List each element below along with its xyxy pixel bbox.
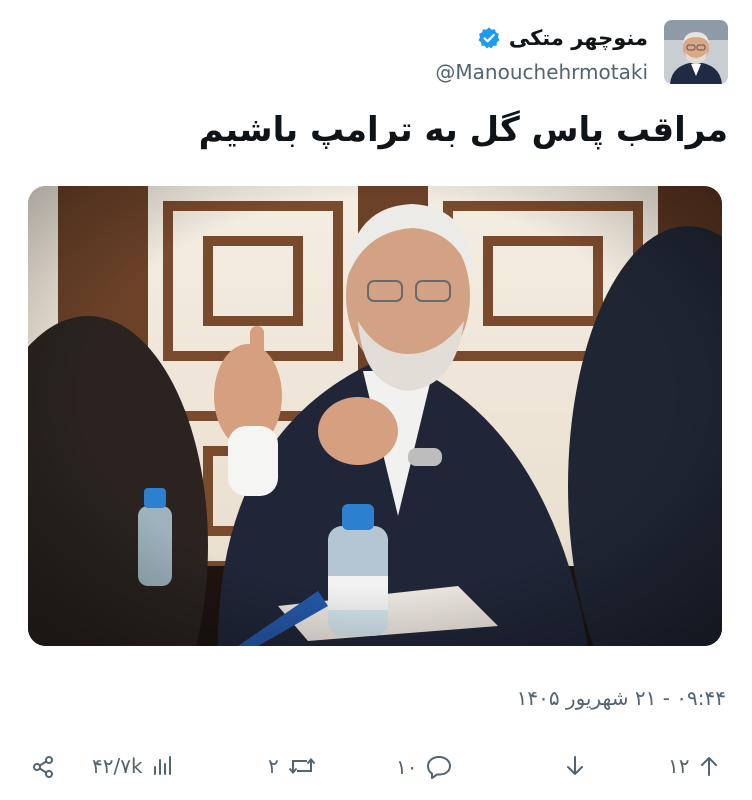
tweet-action-bar: ۴۲/۷k ۲ ۱۰ ۱۲ [0, 748, 752, 788]
reply-count: ۱۰ [396, 755, 418, 779]
views-count: ۴۲/۷k [92, 754, 143, 778]
retweet-count: ۲ [268, 754, 279, 778]
views-button[interactable]: ۴۲/۷k [92, 754, 175, 778]
downvote-button[interactable] [563, 754, 587, 778]
photo-illustration [28, 186, 722, 646]
tweet-media-photo[interactable] [28, 186, 722, 646]
share-icon [30, 754, 56, 780]
avatar-photo [664, 20, 728, 84]
retweet-icon [287, 754, 317, 778]
tweet-timestamp[interactable]: ۰۹:۴۴ - ۲۱ شهریور ۱۴۰۵ [496, 686, 726, 710]
author-avatar[interactable] [664, 20, 728, 84]
arrow-down-icon [563, 754, 587, 778]
author-handle[interactable]: @Manouchehrmotaki [435, 60, 648, 84]
retweet-button[interactable]: ۲ [268, 754, 317, 778]
tweet-text: مراقب پاس گل به ترامپ باشیم [198, 110, 728, 150]
author-name-row[interactable]: منوچهر متکی [477, 26, 648, 50]
upvote-button[interactable]: ۱۲ [668, 754, 721, 778]
author-display-name[interactable]: منوچهر متکی [509, 26, 648, 50]
share-button[interactable] [30, 754, 56, 780]
reply-button[interactable]: ۱۰ [396, 754, 453, 780]
reply-bubble-icon [425, 754, 453, 780]
upvote-count: ۱۲ [668, 754, 690, 778]
tweet-header: منوچهر متکی @Manouchehrmotaki [28, 14, 728, 86]
verified-badge-icon [477, 26, 501, 50]
arrow-up-icon [697, 754, 721, 778]
views-chart-icon [151, 754, 175, 778]
